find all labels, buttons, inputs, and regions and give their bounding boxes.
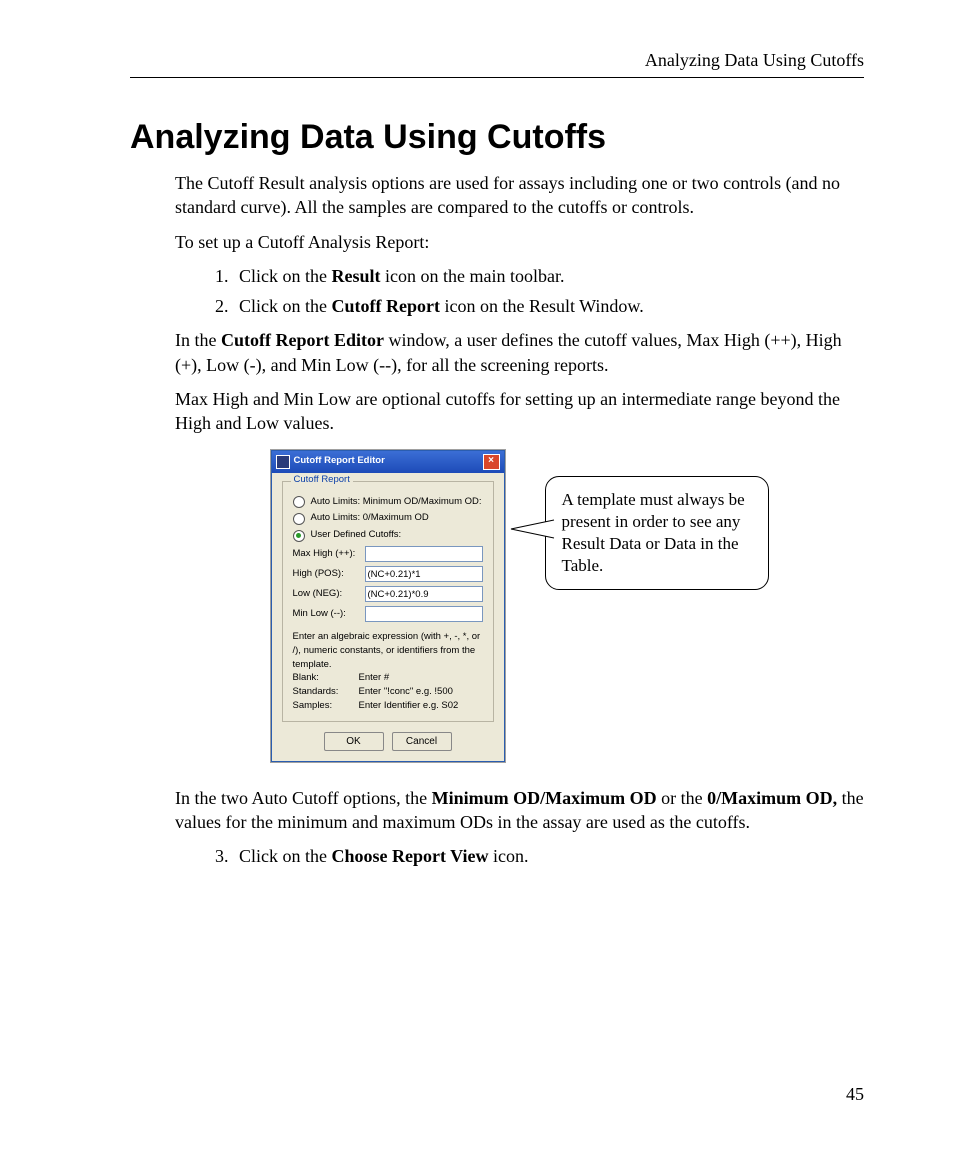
input-min-low[interactable]: [365, 606, 483, 622]
text-bold: Minimum OD/Maximum OD: [432, 788, 657, 808]
step-3: Click on the Choose Report View icon.: [233, 844, 864, 868]
hint-top: Enter an algebraic expression (with +, -…: [293, 630, 483, 671]
hint-val: Enter #: [359, 671, 390, 685]
input-max-high[interactable]: [365, 546, 483, 562]
step-text: Click on the: [239, 846, 332, 866]
close-icon[interactable]: ×: [483, 454, 500, 470]
maxmin-paragraph: Max High and Min Low are optional cutoff…: [175, 387, 864, 436]
step-bold: Choose Report View: [332, 846, 489, 866]
step-1: Click on the Result icon on the main too…: [233, 264, 864, 288]
page-number: 45: [846, 1084, 864, 1105]
text: In the two Auto Cutoff options, the: [175, 788, 432, 808]
input-low[interactable]: [365, 586, 483, 602]
ok-button[interactable]: OK: [324, 732, 384, 751]
app-icon: [276, 455, 290, 469]
hint-key: Standards:: [293, 685, 359, 699]
label-high: High (POS):: [293, 568, 359, 581]
text-bold: 0/Maximum OD,: [707, 788, 837, 808]
radio-label: Auto Limits: Minimum OD/Maximum OD:: [311, 496, 482, 509]
hint-key: Samples:: [293, 699, 359, 713]
callout-note: A template must always be present in ord…: [545, 476, 769, 590]
setup-lead: To set up a Cutoff Analysis Report:: [175, 230, 864, 254]
label-max-high: Max High (++):: [293, 548, 359, 561]
dialog-title-text: Cutoff Report Editor: [294, 455, 385, 468]
radio-icon[interactable]: [293, 496, 305, 508]
editor-paragraph: In the Cutoff Report Editor window, a us…: [175, 328, 864, 377]
step-bold: Result: [332, 266, 381, 286]
cutoff-report-group: Cutoff Report Auto Limits: Minimum OD/Ma…: [282, 481, 494, 722]
step-text: Click on the: [239, 266, 332, 286]
hint-key: Blank:: [293, 671, 359, 685]
text-bold: Cutoff Report Editor: [221, 330, 384, 350]
callout-pointer-icon: [509, 514, 555, 544]
dialog-titlebar[interactable]: Cutoff Report Editor ×: [272, 451, 504, 473]
radio-icon[interactable]: [293, 530, 305, 542]
step-bold: Cutoff Report: [332, 296, 440, 316]
intro-paragraph: The Cutoff Result analysis options are u…: [175, 171, 864, 220]
step-2: Click on the Cutoff Report icon on the R…: [233, 294, 864, 318]
group-legend: Cutoff Report: [291, 474, 353, 487]
radio-auto-min-max[interactable]: Auto Limits: Minimum OD/Maximum OD:: [293, 496, 483, 509]
step-text: icon.: [488, 846, 528, 866]
step-text: icon on the main toolbar.: [381, 266, 565, 286]
text: or the: [657, 788, 707, 808]
radio-icon[interactable]: [293, 513, 305, 525]
hint-block: Enter an algebraic expression (with +, -…: [293, 630, 483, 713]
hint-val: Enter Identifier e.g. S02: [359, 699, 459, 713]
page-title: Analyzing Data Using Cutoffs: [130, 118, 864, 157]
running-header: Analyzing Data Using Cutoffs: [130, 50, 864, 78]
step-text: Click on the: [239, 296, 332, 316]
cutoff-report-editor-dialog: Cutoff Report Editor × Cutoff Report Aut…: [271, 450, 505, 762]
radio-user-defined[interactable]: User Defined Cutoffs:: [293, 529, 483, 542]
label-min-low: Min Low (--):: [293, 608, 359, 621]
input-high[interactable]: [365, 566, 483, 582]
step-text: icon on the Result Window.: [440, 296, 644, 316]
text: In the: [175, 330, 221, 350]
cancel-button[interactable]: Cancel: [392, 732, 452, 751]
hint-val: Enter "!conc" e.g. !500: [359, 685, 453, 699]
radio-label: User Defined Cutoffs:: [311, 529, 402, 542]
label-low: Low (NEG):: [293, 588, 359, 601]
radio-label: Auto Limits: 0/Maximum OD: [311, 512, 429, 525]
radio-auto-zero-max[interactable]: Auto Limits: 0/Maximum OD: [293, 512, 483, 525]
auto-paragraph: In the two Auto Cutoff options, the Mini…: [175, 786, 864, 835]
